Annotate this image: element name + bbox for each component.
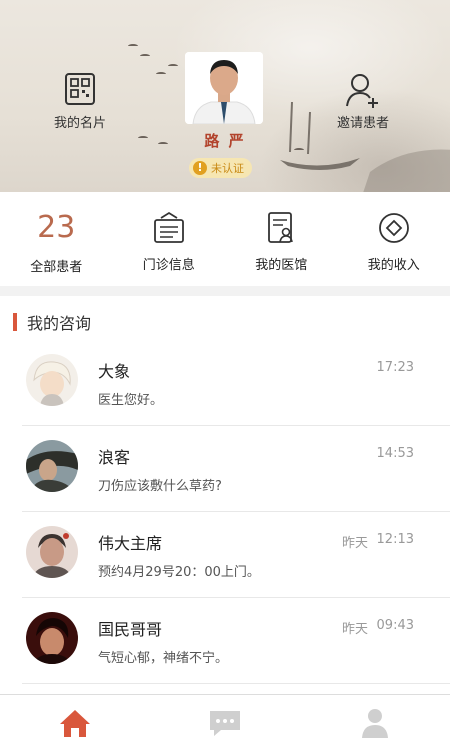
consult-day: 昨天 [341, 536, 368, 551]
qr-card-icon [60, 70, 100, 110]
consult-message: 预约4月29号20：00上门。 [98, 565, 260, 580]
tab-profile[interactable] [300, 695, 450, 750]
consult-name: 浪客 [98, 448, 131, 467]
add-user-icon [343, 70, 383, 110]
consult-time: 14:53 [376, 446, 414, 461]
list-item[interactable]: 国民哥哥 气短心郁，神绪不宁。 昨天 09:43 [22, 598, 450, 684]
clinic-info-button[interactable]: 门诊信息 [113, 192, 226, 286]
consult-message: 气短心郁，神绪不宁。 [98, 651, 229, 666]
section-divider [0, 286, 450, 296]
doctor-avatar[interactable] [185, 52, 263, 124]
document-user-icon [263, 210, 299, 246]
consult-day: 昨天 [341, 622, 368, 637]
doctor-name: 路 严 [204, 132, 246, 150]
verify-status-badge[interactable]: ! 未认证 [189, 158, 252, 178]
consult-name: 国民哥哥 [98, 620, 163, 639]
verify-status-label: 未认证 [211, 162, 244, 175]
avatar [26, 440, 78, 492]
section-title-text: 我的咨询 [27, 314, 92, 333]
avatar [26, 612, 78, 664]
tab-home[interactable] [0, 695, 150, 750]
consult-name: 大象 [98, 362, 131, 381]
profile-header: 我的名片 路 严 ! 未认证 邀请患者 [0, 0, 450, 192]
stats-row: 23 全部患者 门诊信息 我的医馆 我的收入 [0, 192, 450, 286]
my-card-label: 我的名片 [53, 116, 106, 131]
home-icon [60, 709, 90, 737]
my-income-label: 我的收入 [367, 258, 420, 273]
my-hospital-button[interactable]: 我的医馆 [225, 192, 338, 286]
avatar [26, 526, 78, 578]
consult-name: 伟大主席 [98, 534, 163, 553]
invite-patient-label: 邀请患者 [336, 116, 389, 131]
consult-message: 刀伤应该敷什么草药? [98, 479, 222, 494]
tab-messages[interactable] [150, 695, 300, 750]
bird-decoration [140, 54, 150, 58]
consult-time: 09:43 [376, 618, 414, 633]
profile-icon [362, 708, 388, 738]
bottom-tab-bar [0, 694, 450, 750]
bird-decoration [128, 44, 138, 48]
alert-icon: ! [193, 161, 207, 175]
patients-count: 23 [37, 210, 76, 245]
my-card-button[interactable]: 我的名片 [35, 70, 125, 131]
coin-icon [376, 210, 412, 246]
consult-message: 医生您好。 [98, 393, 164, 408]
clinic-info-label: 门诊信息 [142, 258, 195, 273]
clinic-sign-icon [151, 210, 187, 246]
consult-time: 17:23 [376, 360, 414, 375]
my-hospital-label: 我的医馆 [255, 258, 308, 273]
consult-time: 12:13 [376, 532, 414, 547]
invite-patient-button[interactable]: 邀请患者 [318, 70, 408, 131]
avatar [26, 354, 78, 406]
accent-bar [13, 313, 17, 331]
bird-decoration [168, 64, 178, 68]
all-patients-label: 全部患者 [30, 260, 83, 275]
consult-section-title: 我的咨询 [13, 312, 92, 333]
bird-decoration [156, 72, 166, 76]
list-item[interactable]: 大象 医生您好。 17:23 [22, 340, 450, 426]
all-patients-button[interactable]: 23 全部患者 [0, 192, 113, 286]
list-item[interactable]: 伟大主席 预约4月29号20：00上门。 昨天 12:13 [22, 512, 450, 598]
consult-list: 大象 医生您好。 17:23 浪客 刀伤应该敷什么草药? 14:53 伟大主席 … [0, 340, 450, 684]
message-icon [210, 710, 240, 736]
list-item[interactable]: 浪客 刀伤应该敷什么草药? 14:53 [22, 426, 450, 512]
my-income-button[interactable]: 我的收入 [338, 192, 450, 286]
